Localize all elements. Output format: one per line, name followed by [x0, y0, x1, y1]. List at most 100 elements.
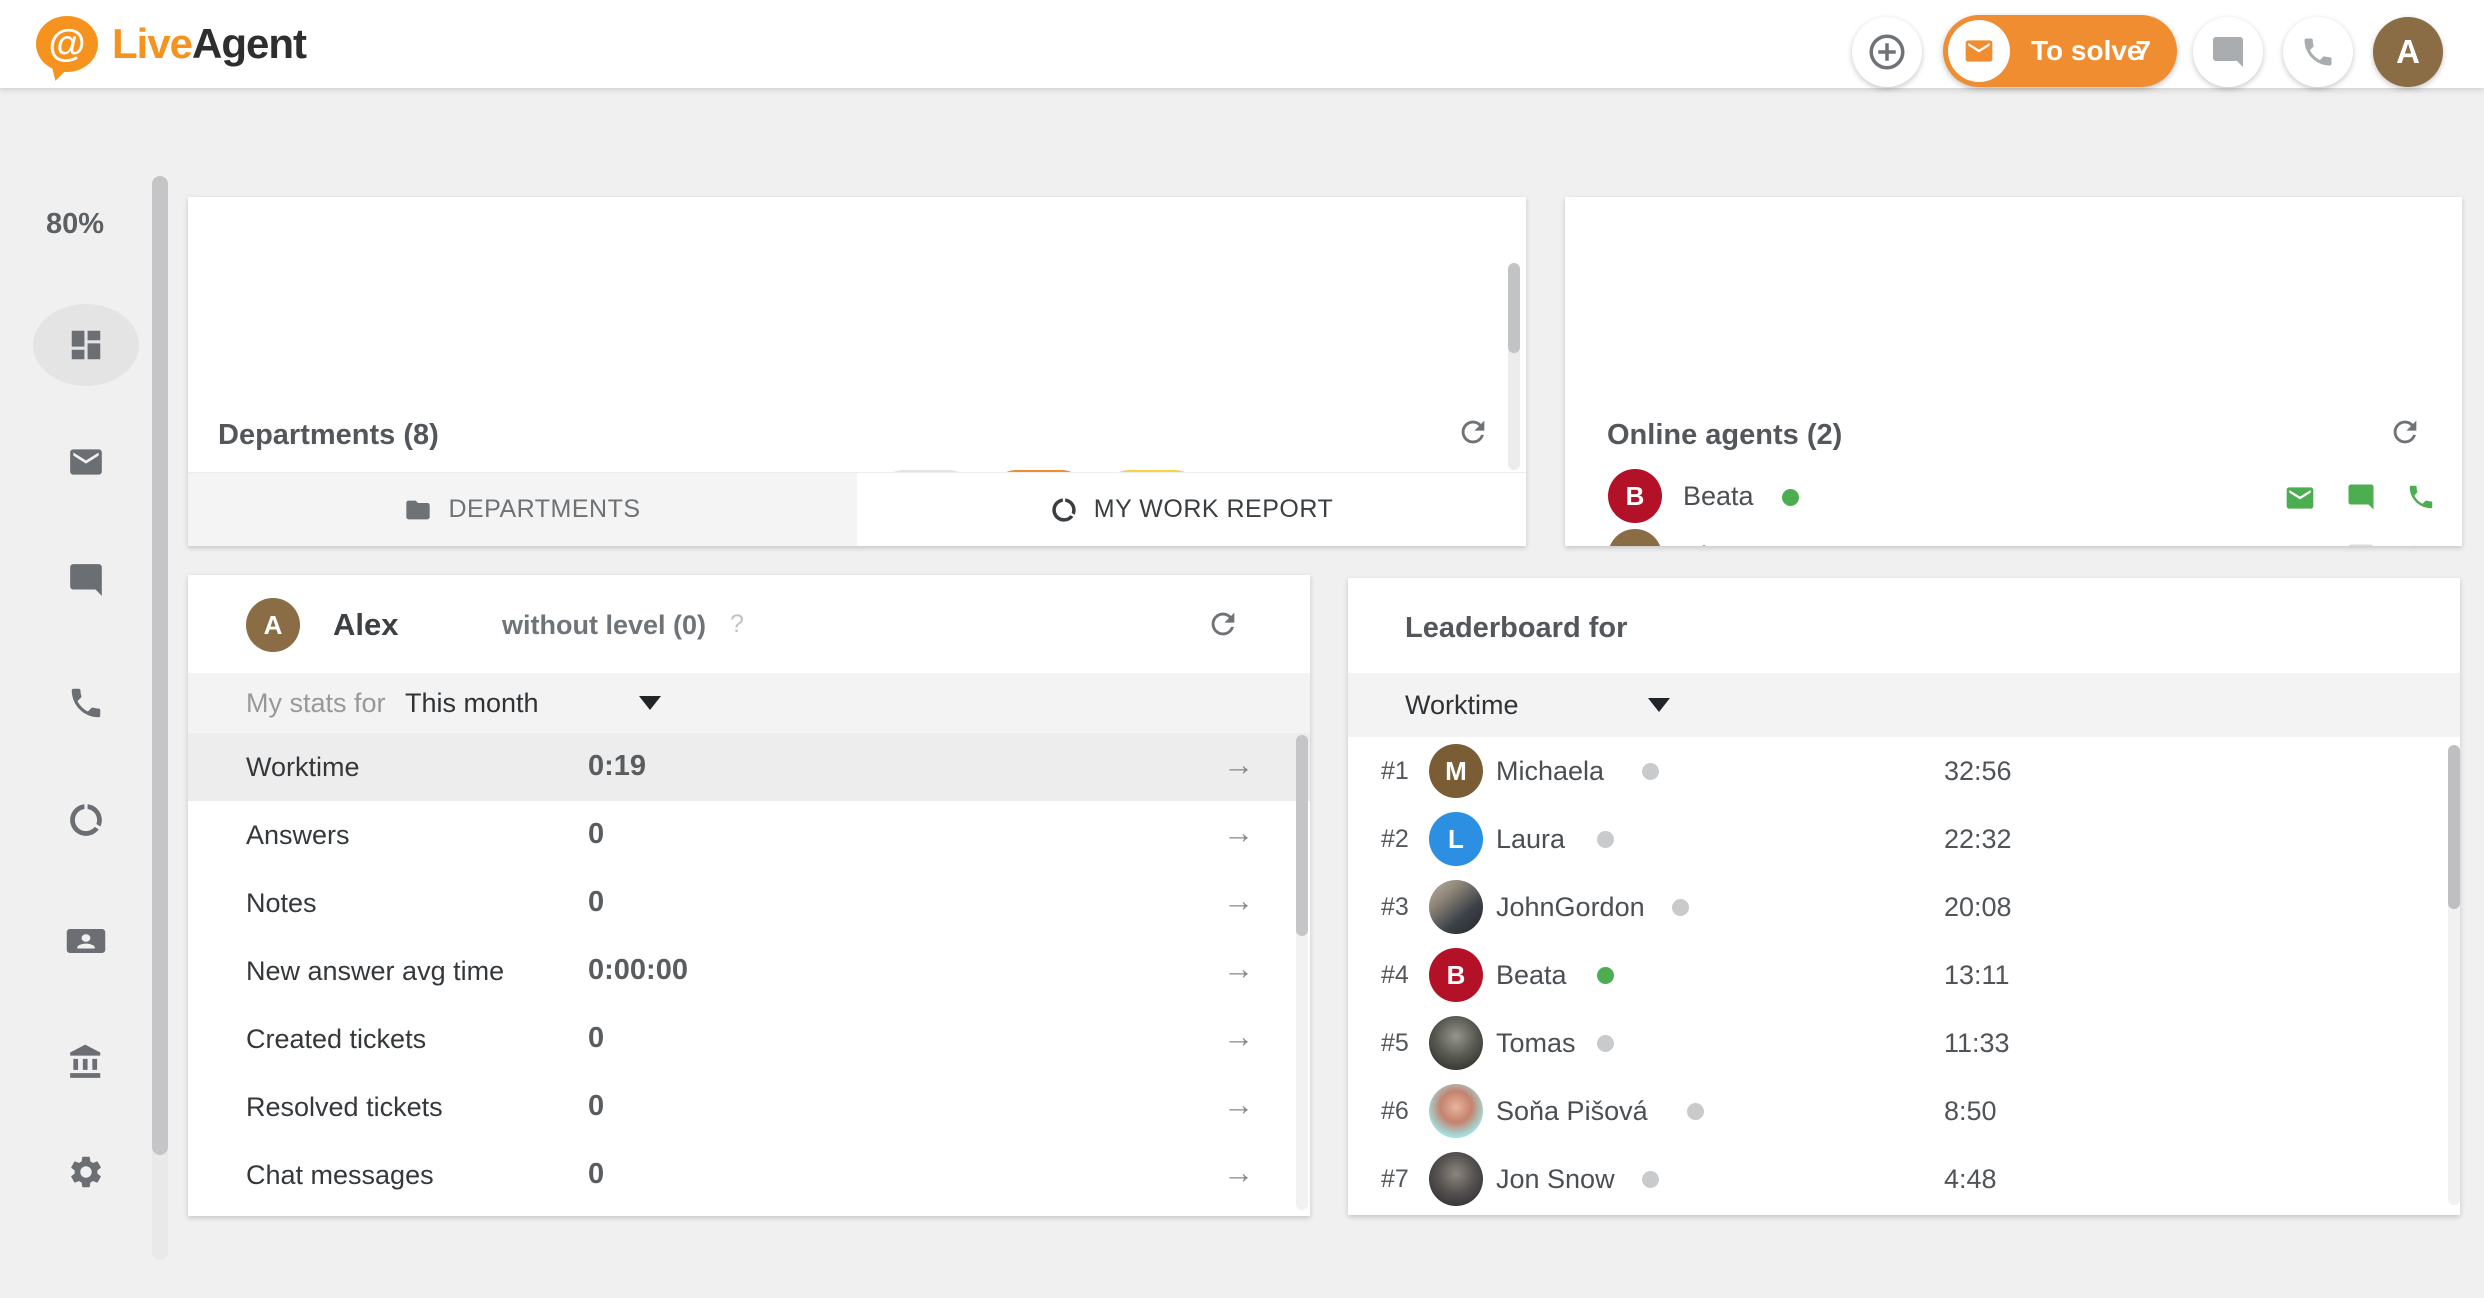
to-solve-label: To solve: [2031, 35, 2143, 67]
rank-label: #2: [1381, 825, 1409, 854]
refresh-icon[interactable]: [1456, 415, 1490, 449]
stats-scrollbar-thumb[interactable]: [1296, 735, 1308, 936]
arrow-right-icon[interactable]: →: [1223, 883, 1254, 919]
agent-name: Soňa Pišová: [1496, 1096, 1648, 1127]
agent-name: Jon Snow: [1496, 1164, 1615, 1195]
chat-action-icon[interactable]: [2346, 482, 2376, 514]
arrow-right-icon[interactable]: →: [1223, 1155, 1254, 1191]
chat-action-icon[interactable]: [2346, 542, 2376, 546]
stats-scrollbar-track[interactable]: [1296, 735, 1308, 1210]
mail-action-icon[interactable]: [2284, 542, 2316, 546]
leaderboard-title: Leaderboard for: [1405, 612, 1627, 645]
tab-label: MY WORK REPORT: [1094, 495, 1333, 524]
agent-name: Alex: [333, 607, 398, 643]
help-icon[interactable]: ?: [730, 610, 744, 639]
stat-value: 0: [588, 886, 604, 919]
calls-button[interactable]: [2283, 17, 2353, 87]
leaderboard-row: #4 B Beata 13:11: [1348, 941, 2460, 1009]
content-scrollbar-thumb[interactable]: [152, 176, 168, 1155]
departments-scrollbar-track[interactable]: [1508, 263, 1520, 470]
agent-row[interactable]: A Alex: [1565, 527, 2462, 546]
leaderboard-scrollbar-thumb[interactable]: [2448, 745, 2460, 909]
leaderboard-scrollbar-track[interactable]: [2448, 745, 2460, 1205]
plus-circle-icon: [1866, 31, 1908, 73]
metric-dropdown[interactable]: Worktime: [1405, 690, 1519, 721]
stat-row[interactable]: Answers 0 →: [188, 801, 1310, 869]
card-tabs: DEPARTMENTS MY WORK REPORT: [188, 472, 1526, 546]
metric-value: 22:32: [1944, 824, 2012, 855]
left-sidebar: 80%: [0, 88, 150, 1298]
at-symbol: @: [48, 23, 85, 66]
leaderboard-row: #3 JohnGordon 20:08: [1348, 873, 2460, 941]
period-dropdown[interactable]: This month: [405, 688, 539, 719]
metric-value: 13:11: [1944, 960, 2010, 991]
arrow-right-icon[interactable]: →: [1223, 747, 1254, 783]
worktime-icon: [67, 801, 105, 839]
content-scrollbar-track[interactable]: [152, 176, 168, 1260]
status-dot: [1672, 899, 1689, 916]
stat-value: 0: [588, 1090, 604, 1123]
stat-row[interactable]: New answer avg time 0:00:00 →: [188, 937, 1310, 1005]
liveagent-logo[interactable]: @ LiveAgent: [36, 0, 306, 88]
top-header: @ LiveAgent To solve 7 A: [0, 0, 2484, 88]
metric-value: 11:33: [1944, 1028, 2010, 1059]
sidebar-item-dashboard[interactable]: [33, 304, 139, 386]
to-solve-button[interactable]: To solve 7: [1943, 15, 2177, 87]
sidebar-item-chats[interactable]: [33, 539, 139, 621]
stat-value: 0:00:00: [588, 954, 688, 987]
avatar-initial: A: [2396, 33, 2420, 71]
sidebar-item-worktime[interactable]: [33, 779, 139, 861]
chat-icon: [67, 561, 105, 599]
sidebar-item-calls[interactable]: [33, 662, 139, 744]
mail-action-icon[interactable]: [2284, 482, 2316, 514]
tab-departments[interactable]: DEPARTMENTS: [188, 473, 857, 546]
user-avatar[interactable]: A: [2373, 17, 2443, 87]
tab-my-work-report[interactable]: MY WORK REPORT: [857, 473, 1526, 546]
chevron-down-icon: [1648, 698, 1670, 712]
to-solve-count: 7: [2135, 35, 2151, 67]
status-dot: [1597, 967, 1614, 984]
stat-label: Resolved tickets: [246, 1092, 443, 1123]
departments-scrollbar-thumb[interactable]: [1508, 263, 1520, 353]
metric-band: Worktime: [1348, 673, 2460, 737]
phone-action-icon[interactable]: [2406, 482, 2436, 514]
chats-button[interactable]: [2193, 17, 2263, 87]
stat-label: Answers: [246, 820, 350, 851]
arrow-right-icon[interactable]: →: [1223, 1019, 1254, 1055]
sidebar-item-company[interactable]: [33, 1021, 139, 1103]
refresh-icon[interactable]: [2388, 415, 2422, 449]
tab-label: DEPARTMENTS: [448, 495, 640, 524]
agent-name: Beata: [1496, 960, 1567, 991]
dashboard-icon: [67, 326, 105, 364]
sidebar-item-tickets[interactable]: [33, 421, 139, 503]
agent-row[interactable]: B Beata: [1565, 467, 2462, 527]
agent-name: Alex: [1683, 541, 1736, 546]
sidebar-item-settings[interactable]: [33, 1131, 139, 1213]
leaderboard-row: #7 Jon Snow 4:48: [1348, 1145, 2460, 1213]
contacts-icon: [65, 923, 107, 959]
status-dot: [1642, 763, 1659, 780]
departments-card-title: Departments (8): [218, 419, 439, 452]
phone-action-icon[interactable]: [2406, 542, 2436, 546]
avatar: [1429, 1016, 1483, 1070]
status-dot: [1687, 1103, 1704, 1120]
stat-row[interactable]: Chat messages 0 →: [188, 1141, 1310, 1209]
leaderboard-row: #2 L Laura 22:32: [1348, 805, 2460, 873]
stat-row[interactable]: Worktime 0:19 →: [188, 733, 1310, 801]
add-button[interactable]: [1852, 17, 1922, 87]
avatar: A: [246, 598, 300, 652]
level-label: without level (0): [502, 610, 706, 641]
refresh-icon[interactable]: [1206, 607, 1240, 641]
arrow-right-icon[interactable]: →: [1223, 1087, 1254, 1123]
stat-row[interactable]: Created tickets 0 →: [188, 1005, 1310, 1073]
folder-icon: [404, 496, 432, 524]
metric-value: 32:56: [1944, 756, 2012, 787]
sidebar-item-contacts[interactable]: [33, 900, 139, 982]
stat-row[interactable]: Resolved tickets 0 →: [188, 1073, 1310, 1141]
arrow-right-icon[interactable]: →: [1223, 815, 1254, 851]
stat-row[interactable]: Notes 0 →: [188, 869, 1310, 937]
avatar: B: [1429, 948, 1483, 1002]
stat-value: 0: [588, 1022, 604, 1055]
agent-name: Michaela: [1496, 756, 1604, 787]
arrow-right-icon[interactable]: →: [1223, 951, 1254, 987]
